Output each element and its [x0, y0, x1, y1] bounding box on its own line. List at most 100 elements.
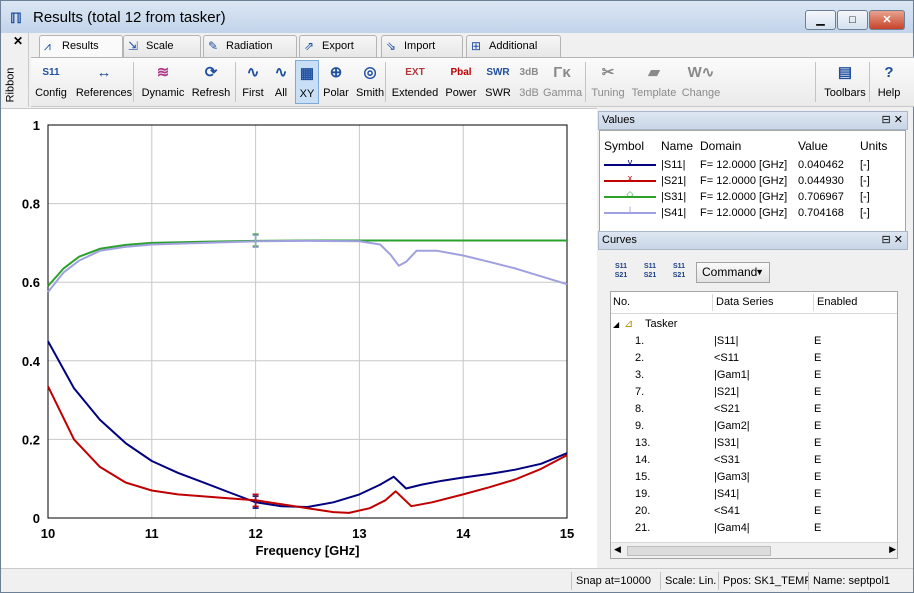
help-icon: ?	[884, 64, 894, 81]
horizontal-scrollbar[interactable]: ◀ ▶	[611, 542, 897, 558]
series-line-2	[47, 385, 568, 514]
tree-row[interactable]: 13. |S31| E	[611, 435, 897, 452]
scale-icon: ⇲	[128, 39, 139, 53]
smith-button[interactable]: ◎ Smith	[353, 60, 387, 104]
values-panel-header: Values ⊟ ✕	[598, 111, 908, 130]
chart-svg[interactable]: 10 11 12 13 14 15 0 0.2 0.4 0.6 0.8 1 Frequency [GHz…	[1, 109, 597, 569]
toolbar-separator	[133, 62, 134, 102]
curves-tree[interactable]: No. Data Series Enabled ◢ ⊿ Tasker 1. |S11| E 2. <…	[610, 291, 898, 559]
polar-icon: ⊕	[329, 64, 343, 81]
expand-toggle-icon[interactable]: ◢	[613, 316, 619, 333]
tree-row[interactable]: 14. <S31 E	[611, 452, 897, 469]
minimize-button[interactable]: ▁	[805, 10, 836, 30]
gamma-button[interactable]: Γκ Gamma	[543, 60, 582, 104]
scroll-right-icon[interactable]: ▶	[889, 544, 896, 555]
tree-row[interactable]: 7. |S21| E	[611, 384, 897, 401]
xy-button[interactable]: ▦ XY	[295, 60, 319, 104]
value-value: 0.044930	[798, 175, 844, 187]
refresh-icon: ⟳	[204, 64, 218, 81]
curve-ungroup-icon[interactable]: S11 S21	[668, 262, 690, 282]
curves-column-header[interactable]: Enabled	[813, 294, 857, 311]
curves-column-header[interactable]: No.	[613, 294, 630, 311]
toolbars-button[interactable]: ▤ Toolbars	[821, 60, 869, 104]
title-bar: ℿ Results (total 12 from tasker) ▁ □ ✕	[1, 1, 913, 33]
values-close-icon[interactable]: ✕	[894, 114, 903, 126]
x-tick-label: 15	[560, 526, 574, 541]
radiation-icon: ✎	[208, 39, 219, 53]
values-header: Value	[798, 139, 828, 153]
curves-panel: S11 S21 S11 S21 S11 S21 Command ▼ No. Data S…	[599, 250, 906, 568]
tab-label: Import	[404, 40, 436, 52]
curve-series: <S31	[714, 454, 740, 466]
template-button[interactable]: ▰ Template	[629, 60, 679, 104]
curve-enabled: E	[814, 437, 822, 449]
curves-pin-icon[interactable]: ⊟	[882, 234, 891, 246]
polar-button[interactable]: ⊕ Polar	[321, 60, 351, 104]
references-button[interactable]: ↔ References	[75, 60, 133, 104]
tree-row[interactable]: 20. <S41 E	[611, 503, 897, 520]
toolbar-separator	[815, 62, 816, 102]
maximize-button[interactable]: □	[837, 10, 868, 30]
tool-label: Smith	[355, 87, 385, 99]
curve-series: |S11|	[714, 335, 739, 347]
curve-enabled: E	[814, 420, 822, 432]
tuning-button[interactable]: ✂ Tuning	[589, 60, 627, 104]
curve-enabled: E	[814, 522, 822, 534]
y-tick-label: 0.4	[22, 354, 41, 369]
toolbar-separator	[585, 62, 586, 102]
refresh-button[interactable]: ⟳ Refresh	[189, 60, 233, 104]
curve-series: |S21|	[714, 386, 740, 398]
values-pin-icon[interactable]: ⊟	[882, 114, 891, 126]
command-dropdown[interactable]: Command ▼	[696, 262, 770, 283]
tree-row[interactable]: 19. |S41| E	[611, 486, 897, 503]
scroll-thumb[interactable]	[627, 546, 771, 556]
tree-row[interactable]: 15. |Gam3| E	[611, 469, 897, 486]
values-header: Symbol	[604, 139, 645, 153]
power-button[interactable]: Pbal Power	[443, 60, 479, 104]
plot-area[interactable]: 10 11 12 13 14 15 0 0.2 0.4 0.6 0.8 1 Frequency [GHz…	[1, 108, 597, 568]
help-button[interactable]: ? Help	[873, 60, 905, 104]
tree-row[interactable]: 1. |S11| E	[611, 333, 897, 350]
curve-enabled: E	[814, 454, 822, 466]
first-button[interactable]: ∿ First	[239, 60, 267, 104]
tab-export[interactable]: ⇗ Export	[299, 35, 377, 57]
close-button[interactable]: ✕	[869, 10, 905, 30]
curves-column-header[interactable]: Data Series	[712, 294, 773, 311]
tree-group-tasker[interactable]: ◢ ⊿ Tasker	[611, 316, 897, 333]
curve-enabled: E	[814, 352, 822, 364]
curve-enabled: E	[814, 471, 822, 483]
swr-button[interactable]: SWR SWR	[483, 60, 513, 104]
tool-label: 3dB	[519, 87, 539, 99]
all-button[interactable]: ∿ All	[269, 60, 293, 104]
tab-radiation[interactable]: ✎ Radiation	[203, 35, 297, 57]
curve-group-icon[interactable]: S11 S21	[639, 262, 661, 282]
tree-row[interactable]: 21. |Gam4| E	[611, 520, 897, 537]
tab-import[interactable]: ⇘ Import	[381, 35, 463, 57]
value-units: [-]	[860, 175, 870, 187]
config-button[interactable]: S11 Config	[33, 60, 69, 104]
tab-additional[interactable]: ⊞ Additional	[466, 35, 561, 57]
curve-sort-icon[interactable]: S11 S21	[610, 262, 632, 282]
tree-row[interactable]: 9. |Gam2| E	[611, 418, 897, 435]
value-value: 0.040462	[798, 159, 844, 171]
tree-row[interactable]: 2. <S11 E	[611, 350, 897, 367]
curves-close-icon[interactable]: ✕	[894, 234, 903, 246]
extended-button[interactable]: EXT Extended	[391, 60, 439, 104]
symbol-swatch: v	[604, 157, 656, 167]
plot-frame	[47, 124, 568, 519]
3db-button[interactable]: 3dB 3dB	[515, 60, 543, 104]
curves-panel-header: Curves ⊟ ✕	[598, 231, 908, 250]
change-button[interactable]: W∿ Change	[681, 60, 721, 104]
template-icon: ▰	[648, 64, 660, 81]
ribbon-close-icon[interactable]: ✕	[13, 34, 23, 48]
tab-results[interactable]: ⩘ Results	[39, 35, 123, 58]
tab-label: Export	[322, 40, 354, 52]
scroll-left-icon[interactable]: ◀	[614, 544, 621, 555]
tool-label: Refresh	[191, 87, 231, 99]
tab-scale[interactable]: ⇲ Scale	[123, 35, 201, 57]
dynamic-icon: ≋	[156, 64, 170, 81]
tree-row[interactable]: 8. <S21 E	[611, 401, 897, 418]
tree-row[interactable]: 3. |Gam1| E	[611, 367, 897, 384]
dynamic-button[interactable]: ≋ Dynamic	[139, 60, 187, 104]
symbol-swatch: I	[604, 205, 656, 215]
